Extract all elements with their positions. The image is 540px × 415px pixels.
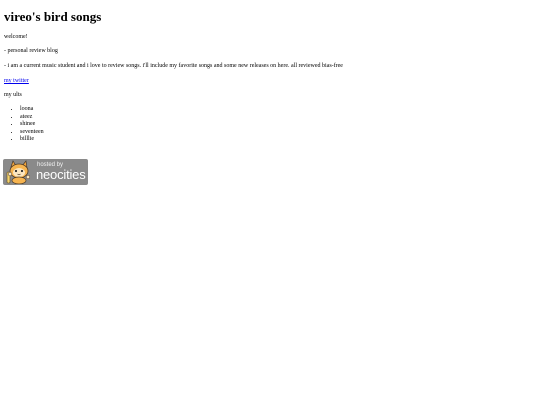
list-item: seventeen	[20, 129, 536, 137]
neocities-badge[interactable]: hosted by neocities	[3, 159, 88, 185]
page-content: vireo's bird songs welcome! - personal r…	[0, 10, 540, 144]
intro-line-2: - i am a current music student and i lov…	[4, 63, 343, 69]
ults-label: my ults	[4, 92, 22, 98]
list-item: shinee	[20, 121, 536, 129]
list-item: loona	[20, 106, 536, 114]
welcome-text: welcome!	[4, 34, 28, 40]
twitter-link[interactable]: my twitter	[4, 78, 29, 84]
ults-list: loona ateez shinee seventeen billlie	[4, 106, 536, 144]
badge-neocities-text: neocities	[36, 167, 86, 182]
neocities-cat-icon	[4, 160, 34, 185]
list-item: billlie	[20, 136, 536, 144]
page-title: vireo's bird songs	[4, 9, 102, 24]
intro-line-1: - personal review blog	[4, 48, 58, 54]
list-item: ateez	[20, 114, 536, 122]
twitter-paragraph: my twitter	[4, 78, 536, 85]
